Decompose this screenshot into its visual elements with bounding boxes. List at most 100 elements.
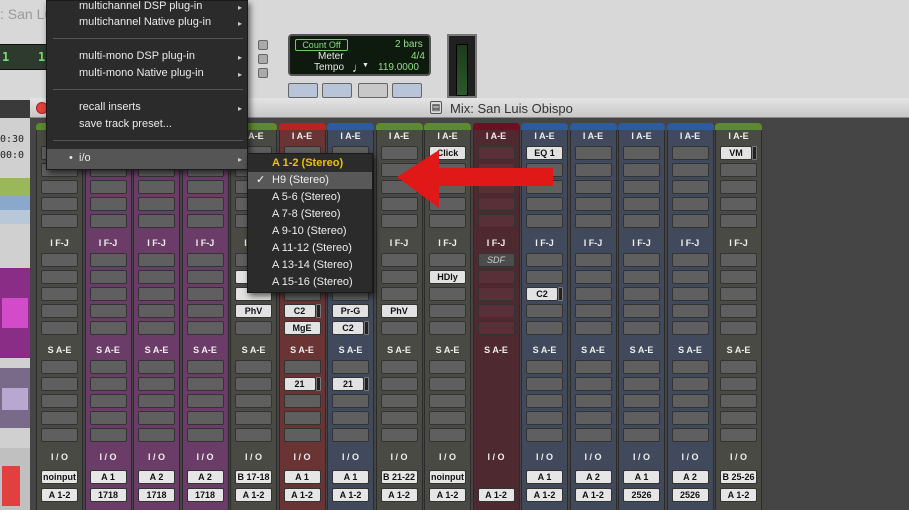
- insert-slot[interactable]: [186, 287, 224, 301]
- insert-slot[interactable]: [526, 253, 563, 267]
- insert-slot[interactable]: [720, 270, 757, 284]
- insert-slot[interactable]: [89, 321, 127, 335]
- send-slot[interactable]: [623, 411, 660, 425]
- send-slot[interactable]: [283, 428, 321, 442]
- io-submenu-item[interactable]: ✓ H9 (Stereo): [248, 172, 372, 189]
- send-slot[interactable]: [138, 428, 175, 442]
- output-selector[interactable]: A 1-2: [332, 488, 369, 502]
- toolbar-small-button[interactable]: [258, 54, 268, 64]
- insert-slot[interactable]: [380, 270, 418, 284]
- insert-slot[interactable]: [89, 214, 127, 228]
- insert-slot[interactable]: [186, 253, 224, 267]
- insert-slot[interactable]: [429, 214, 466, 228]
- insert-slot[interactable]: [720, 287, 757, 301]
- send-slot[interactable]: [380, 394, 418, 408]
- insert-slot-plugin[interactable]: SDF: [477, 253, 515, 267]
- io-submenu-item[interactable]: A 5-6 (Stereo): [248, 189, 372, 206]
- io-submenu-item[interactable]: A 9-10 (Stereo): [248, 223, 372, 240]
- insert-slot[interactable]: [477, 304, 515, 318]
- send-slot[interactable]: [332, 428, 369, 442]
- insert-slot[interactable]: [138, 214, 175, 228]
- send-slot[interactable]: [526, 394, 563, 408]
- plugin-bypass-toggle[interactable]: [315, 304, 321, 318]
- send-slot[interactable]: [380, 428, 418, 442]
- insert-slot[interactable]: [380, 253, 418, 267]
- insert-slot-plugin[interactable]: PhV: [235, 304, 272, 318]
- insert-slot[interactable]: [574, 163, 612, 177]
- send-slot[interactable]: [186, 411, 224, 425]
- insert-slot[interactable]: [89, 304, 127, 318]
- insert-slot[interactable]: [671, 163, 709, 177]
- insert-slot[interactable]: [671, 146, 709, 160]
- send-slot[interactable]: [623, 428, 660, 442]
- insert-slot[interactable]: [671, 197, 709, 211]
- insert-slot[interactable]: [526, 214, 563, 228]
- send-slot[interactable]: [235, 360, 272, 374]
- send-slot[interactable]: [332, 360, 369, 374]
- send-slot[interactable]: [671, 360, 709, 374]
- insert-slot[interactable]: [41, 321, 78, 335]
- insert-slot-plugin[interactable]: MgE: [283, 321, 321, 335]
- insert-slot-plugin[interactable]: HDly: [429, 270, 466, 284]
- insert-slot[interactable]: [623, 146, 660, 160]
- input-selector[interactable]: A 2: [138, 470, 175, 484]
- insert-slot[interactable]: [186, 304, 224, 318]
- insert-slot[interactable]: [574, 253, 612, 267]
- insert-slot[interactable]: [477, 214, 515, 228]
- output-selector[interactable]: A 1-2: [477, 488, 515, 502]
- insert-slot[interactable]: [720, 180, 757, 194]
- insert-slot[interactable]: [477, 270, 515, 284]
- insert-slot[interactable]: [526, 270, 563, 284]
- audio-clip[interactable]: [0, 448, 30, 510]
- send-slot[interactable]: [89, 377, 127, 391]
- output-selector[interactable]: 1718: [89, 488, 127, 502]
- plugin-bypass-toggle[interactable]: [364, 321, 369, 335]
- send-slot[interactable]: [623, 394, 660, 408]
- send-slot[interactable]: [720, 394, 757, 408]
- plugin-bypass-toggle[interactable]: [558, 287, 563, 301]
- insert-slot[interactable]: [720, 253, 757, 267]
- send-slot[interactable]: [526, 411, 563, 425]
- insert-slot-plugin[interactable]: C2: [332, 321, 364, 335]
- output-selector[interactable]: A 1-2: [235, 488, 272, 502]
- input-selector[interactable]: A 2: [671, 470, 709, 484]
- send-slot[interactable]: [89, 360, 127, 374]
- input-selector[interactable]: A 1: [89, 470, 127, 484]
- insert-slot[interactable]: [574, 287, 612, 301]
- insert-slot[interactable]: [380, 287, 418, 301]
- insert-slot-plugin[interactable]: C2: [283, 304, 316, 318]
- tempo-value[interactable]: 119.0000: [378, 62, 419, 73]
- insert-slot[interactable]: [671, 287, 709, 301]
- send-slot[interactable]: [720, 377, 757, 391]
- send-slot[interactable]: [235, 428, 272, 442]
- insert-slot[interactable]: [720, 163, 757, 177]
- insert-slot[interactable]: [41, 253, 78, 267]
- send-slot[interactable]: [720, 428, 757, 442]
- menu-item-multichannel-dsp[interactable]: multichannel DSP plug-in: [79, 0, 202, 12]
- insert-slot[interactable]: [574, 321, 612, 335]
- send-slot[interactable]: [720, 411, 757, 425]
- input-selector[interactable]: A 1: [526, 470, 563, 484]
- output-selector[interactable]: 1718: [186, 488, 224, 502]
- insert-slot[interactable]: [186, 180, 224, 194]
- menu-item-save-track-preset[interactable]: save track preset...: [79, 118, 172, 130]
- insert-slot[interactable]: [380, 214, 418, 228]
- send-slot[interactable]: [526, 377, 563, 391]
- tool-button[interactable]: [392, 83, 422, 98]
- plugin-bypass-toggle[interactable]: [315, 377, 321, 391]
- insert-slot[interactable]: [41, 287, 78, 301]
- send-slot[interactable]: [526, 360, 563, 374]
- send-slot[interactable]: [138, 360, 175, 374]
- send-slot[interactable]: [41, 394, 78, 408]
- toolbar-small-button[interactable]: [258, 40, 268, 50]
- send-slot[interactable]: [526, 428, 563, 442]
- insert-slot[interactable]: [89, 253, 127, 267]
- link-button[interactable]: [358, 83, 388, 98]
- send-slot[interactable]: [41, 411, 78, 425]
- plugin-bypass-toggle[interactable]: [752, 146, 757, 160]
- output-selector[interactable]: A 1-2: [283, 488, 321, 502]
- input-selector[interactable]: A 2: [574, 470, 612, 484]
- send-slot[interactable]: [671, 377, 709, 391]
- insert-slot[interactable]: [235, 321, 272, 335]
- insert-slot[interactable]: [138, 180, 175, 194]
